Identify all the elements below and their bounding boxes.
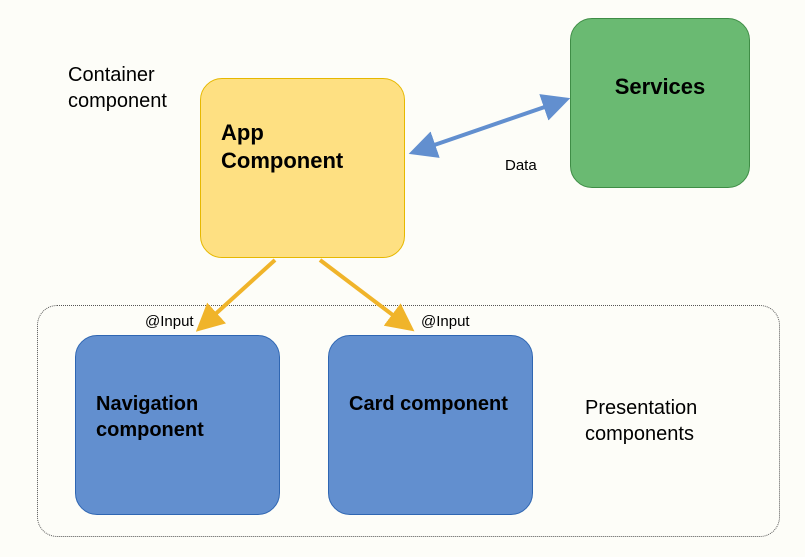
card-component-text: Card component bbox=[349, 391, 508, 417]
app-component-box: App Component bbox=[200, 78, 405, 258]
services-text: Services bbox=[615, 74, 706, 100]
card-component-box: Card component bbox=[328, 335, 533, 515]
app-component-text: App Component bbox=[221, 119, 384, 174]
navigation-component-text: Navigation component bbox=[96, 391, 259, 443]
services-box: Services bbox=[570, 18, 750, 188]
navigation-component-box: Navigation component bbox=[75, 335, 280, 515]
input-label-card: @Input bbox=[421, 313, 470, 330]
container-component-label: Container component bbox=[68, 62, 208, 114]
input-label-navigation: @Input bbox=[145, 313, 194, 330]
data-arrow-label: Data bbox=[505, 157, 537, 174]
arrow-app-services bbox=[414, 100, 565, 152]
presentation-components-label: Presentation components bbox=[585, 395, 745, 447]
